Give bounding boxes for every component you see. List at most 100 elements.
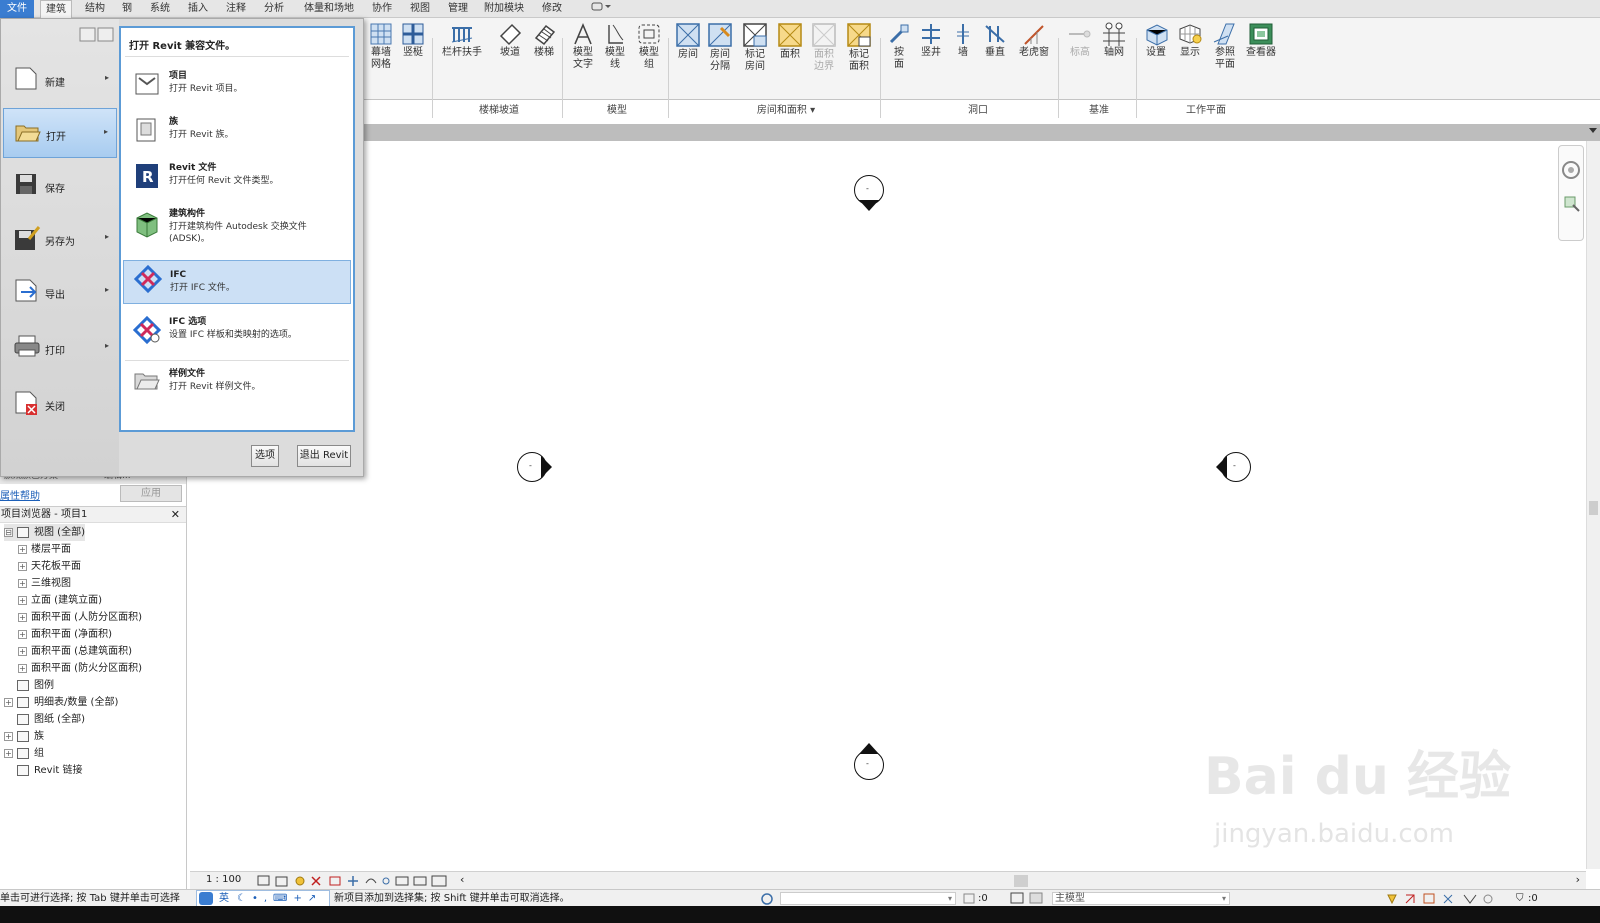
open-sample-file-item[interactable]: 样例文件 打开 Revit 样例文件。 [123,368,351,408]
expand-toggle-icon[interactable]: + [4,731,13,741]
expand-toggle-icon[interactable]: + [18,544,27,554]
drawing-canvas[interactable]: - - - - Bai du 经验 jingyan.baidu.com [364,141,1586,869]
shaft-tool[interactable]: 竖井 [916,22,946,59]
open-family-item[interactable]: 族 打开 Revit 族。 [123,116,351,156]
tab-modify[interactable]: 修改 [536,0,568,18]
ime-toolbar[interactable]: 英 ☾•,⌨+↗ [196,890,330,907]
level-tool[interactable]: 标高 [1066,22,1094,59]
worksets-icon[interactable] [758,891,776,906]
browser-node[interactable]: + 面积平面 (总建筑面积) [18,643,132,660]
mullion-tool[interactable]: 竖梃 [400,22,426,59]
model-text-tool[interactable]: 模型 文字 [570,22,596,71]
browser-node[interactable]: + 天花板平面 [18,558,81,575]
expand-toggle-icon[interactable]: + [4,748,13,758]
menu-save-as[interactable]: 另存为 ▸ [3,214,117,264]
room-tool[interactable]: 房间 [674,22,702,61]
ime-language[interactable]: 英 [219,890,229,907]
view-control-scroll-right-icon[interactable]: › [1576,873,1580,886]
menu-export[interactable]: 导出 ▸ [3,267,117,317]
area-boundary-tool[interactable]: 面积 边界 [810,22,838,73]
expand-toggle-icon[interactable]: + [18,646,27,656]
open-building-component-item[interactable]: 建筑构件 打开建筑构件 Autodesk 交换文件 (ADSK)。 [123,208,351,254]
design-options-icon[interactable] [1010,892,1046,905]
open-revit-file-item[interactable]: R Revit 文件 打开任何 Revit 文件类型。 [123,162,351,202]
view-control-icons[interactable] [256,873,456,889]
workset-dropdown[interactable]: ▾ [780,892,956,905]
panel-room-area-label[interactable]: 房间和面积 ▾ [736,101,836,116]
menu-open[interactable]: 打开 ▸ [3,108,117,158]
apply-button[interactable]: 应用 [120,485,182,502]
browser-node[interactable]: + 楼层平面 [18,541,71,558]
wall-opening-tool[interactable]: 墙 [952,22,974,59]
tab-architecture[interactable]: 建筑 [40,0,72,19]
tab-steel[interactable]: 钢 [116,0,138,18]
options-button[interactable]: 选项 [251,445,279,467]
expand-toggle-icon[interactable]: + [18,629,27,639]
browser-node[interactable]: + 立面 (建筑立面) [18,592,102,609]
view-control-scroll-left-icon[interactable]: ‹ [460,873,464,886]
open-ifc-item[interactable]: IFC 打开 IFC 文件。 [123,260,351,304]
project-browser-close-icon[interactable]: ✕ [171,507,180,523]
tab-massing-site[interactable]: 体量和场地 [298,0,360,18]
vertical-scroll-thumb[interactable] [1589,501,1598,515]
expand-toggle-icon[interactable]: ⊟ [4,527,13,537]
browser-node[interactable]: 图纸 (全部) [4,711,85,728]
browser-node[interactable]: + 明细表/数量 (全部) [4,694,118,711]
dormer-tool[interactable]: 老虎窗 [1016,22,1052,59]
zoom-region-icon[interactable] [1559,189,1583,223]
browser-node[interactable]: ⊟ 视图 (全部) [4,524,85,541]
tab-manage[interactable]: 管理 [442,0,474,18]
vertical-opening-tool[interactable]: 垂直 [980,22,1010,59]
browser-node[interactable]: + 组 [4,745,44,762]
expand-toggle-icon[interactable]: + [18,595,27,605]
area-tool[interactable]: 面积 [776,22,804,61]
expand-toggle-icon[interactable]: + [18,561,27,571]
ime-tool-icons[interactable]: ☾•,⌨+↗ [237,890,322,907]
model-line-tool[interactable]: 模型 线 [602,22,628,71]
menu-print[interactable]: 打印 ▸ [3,323,117,373]
expand-toggle-icon[interactable]: + [18,663,27,673]
menu-save[interactable]: 保存 [3,161,117,211]
browser-node[interactable]: + 族 [4,728,44,745]
ramp-tool[interactable]: 坡道 [496,22,524,59]
viewer-tool[interactable]: 查看器 [1242,22,1280,59]
tab-view[interactable]: 视图 [404,0,436,18]
by-face-tool[interactable]: 按 面 [886,22,912,71]
selection-options-icons[interactable] [1384,891,1532,906]
railing-tool[interactable]: 栏杆扶手 [440,22,484,59]
properties-help-link[interactable]: 属性帮助 [0,487,40,502]
horizontal-scroll-thumb[interactable] [1014,875,1028,887]
tab-addins[interactable]: 附加模块 [480,0,528,18]
set-workplane-tool[interactable]: 设置 [1142,22,1170,59]
tab-collaborate[interactable]: 协作 [366,0,398,18]
expand-toggle-icon[interactable]: + [4,697,13,707]
browser-node[interactable]: Revit 链接 [4,762,82,779]
reference-plane-tool[interactable]: 参照 平面 [1210,22,1240,71]
room-separator-tool[interactable]: 房间 分隔 [706,22,734,73]
tab-systems[interactable]: 系统 [144,0,176,18]
browser-node[interactable]: + 面积平面 (人防分区面积) [18,609,142,626]
recent-docs-icons[interactable] [79,27,115,43]
curtain-grid-tool[interactable]: 幕墙 网格 [368,22,394,71]
browser-node[interactable]: + 面积平面 (净面积) [18,626,112,643]
ifc-options-item[interactable]: IFC 选项 设置 IFC 样板和类映射的选项。 [123,316,351,356]
tag-room-tool[interactable]: 标记 房间 [740,22,770,73]
tab-analyze[interactable]: 分析 [258,0,290,18]
tag-area-tool[interactable]: 标记 面积 [844,22,874,73]
expand-toggle-icon[interactable]: + [18,612,27,622]
browser-node[interactable]: 图例 [4,677,54,694]
view-menu-icon[interactable] [1589,128,1597,133]
editing-requests-icon[interactable] [962,892,976,905]
steering-wheel-icon[interactable] [1559,146,1583,186]
tab-annotate[interactable]: 注释 [220,0,252,18]
menu-close[interactable]: 关闭 [3,379,117,429]
stair-tool[interactable]: 楼梯 [530,22,558,59]
view-scale[interactable]: 1 : 100 [206,874,241,885]
vertical-scrollbar[interactable] [1586,141,1600,869]
show-workplane-tool[interactable]: 显示 [1176,22,1204,59]
filter-icon[interactable]: ⛉ [1516,890,1524,907]
menu-new[interactable]: 新建 ▸ [3,55,117,105]
ribbon-options-icon[interactable] [588,0,614,18]
model-group-tool[interactable]: 模型 组 [634,22,664,71]
open-project-item[interactable]: 项目 打开 Revit 项目。 [123,70,351,110]
